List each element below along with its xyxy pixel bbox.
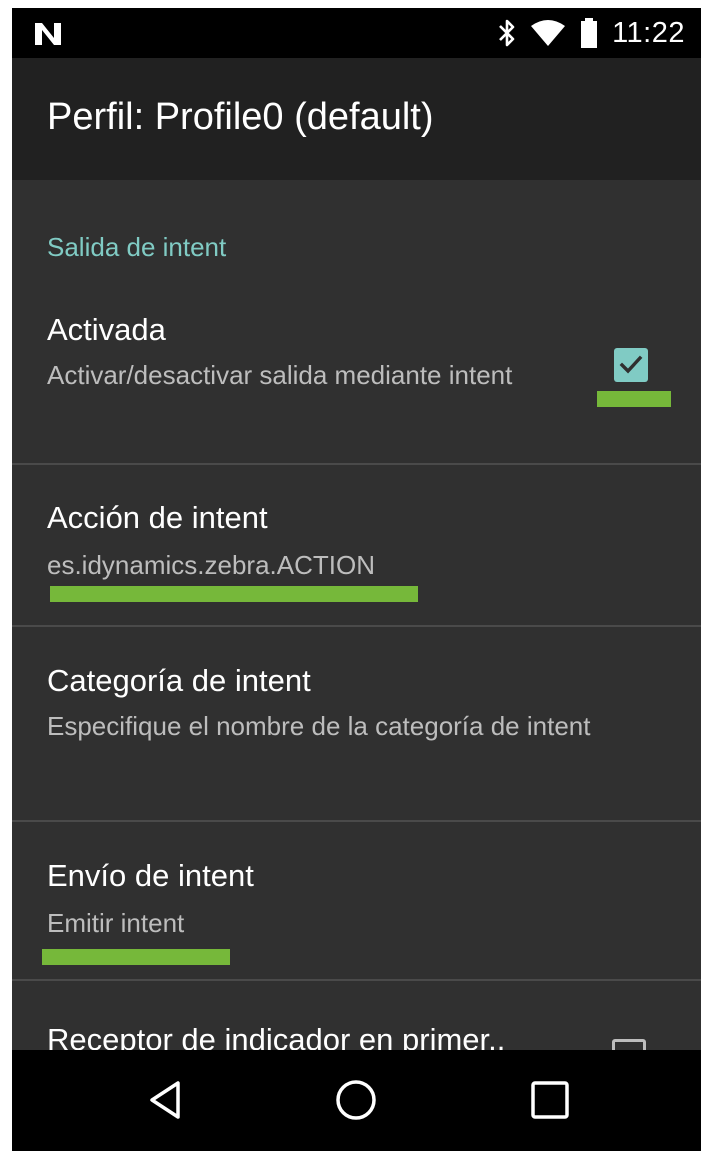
activada-checkbox[interactable] — [614, 348, 648, 382]
wifi-icon — [531, 20, 566, 46]
device-screen: 11:22 Perfil: Profile0 (default) Salida … — [12, 8, 701, 1151]
pref-summary: Activar/desactivar salida mediante inten… — [47, 360, 513, 390]
pref-activada[interactable]: Activada Activar/desactivar salida media… — [12, 277, 701, 463]
page-title: Perfil: Profile0 (default) — [47, 96, 434, 138]
nav-bar — [12, 1050, 701, 1151]
back-icon[interactable] — [146, 1078, 190, 1122]
battery-icon — [581, 18, 598, 48]
pref-envio-intent[interactable]: Envío de intent Emitir intent — [12, 822, 701, 979]
check-icon — [619, 355, 643, 374]
pref-summary: Especifique el nombre de la categoría de… — [47, 711, 591, 741]
status-time: 11:22 — [612, 16, 685, 49]
bluetooth-icon — [499, 19, 515, 47]
pref-summary: es.idynamics.zebra.ACTION — [47, 550, 375, 580]
recents-icon[interactable] — [528, 1078, 572, 1122]
preference-list[interactable]: Salida de intent Activada Activar/desact… — [12, 180, 701, 1050]
pref-accion-intent[interactable]: Acción de intent es.idynamics.zebra.ACTI… — [12, 465, 701, 625]
notification-n-icon — [35, 23, 61, 45]
pref-summary: Emitir intent — [47, 908, 185, 938]
receptor-checkbox[interactable] — [612, 1039, 646, 1050]
pref-title: Acción de intent — [47, 500, 268, 535]
pref-title: Categoría de intent — [47, 663, 311, 698]
pref-receptor-indicador[interactable]: Receptor de indicador en primer.. — [12, 981, 701, 1050]
section-header: Salida de intent — [47, 232, 227, 262]
highlight-bar — [597, 391, 671, 407]
pref-categoria-intent[interactable]: Categoría de intent Especifique el nombr… — [12, 627, 701, 820]
home-icon[interactable] — [334, 1078, 378, 1122]
status-icons: 11:22 — [498, 8, 685, 58]
pref-title: Receptor de indicador en primer.. — [47, 1022, 506, 1050]
pref-title: Activada — [47, 312, 166, 347]
highlight-bar — [50, 586, 418, 602]
status-bar: 11:22 — [12, 8, 701, 58]
app-bar: Perfil: Profile0 (default) — [12, 58, 701, 180]
pref-title: Envío de intent — [47, 858, 254, 893]
highlight-bar — [42, 949, 230, 965]
